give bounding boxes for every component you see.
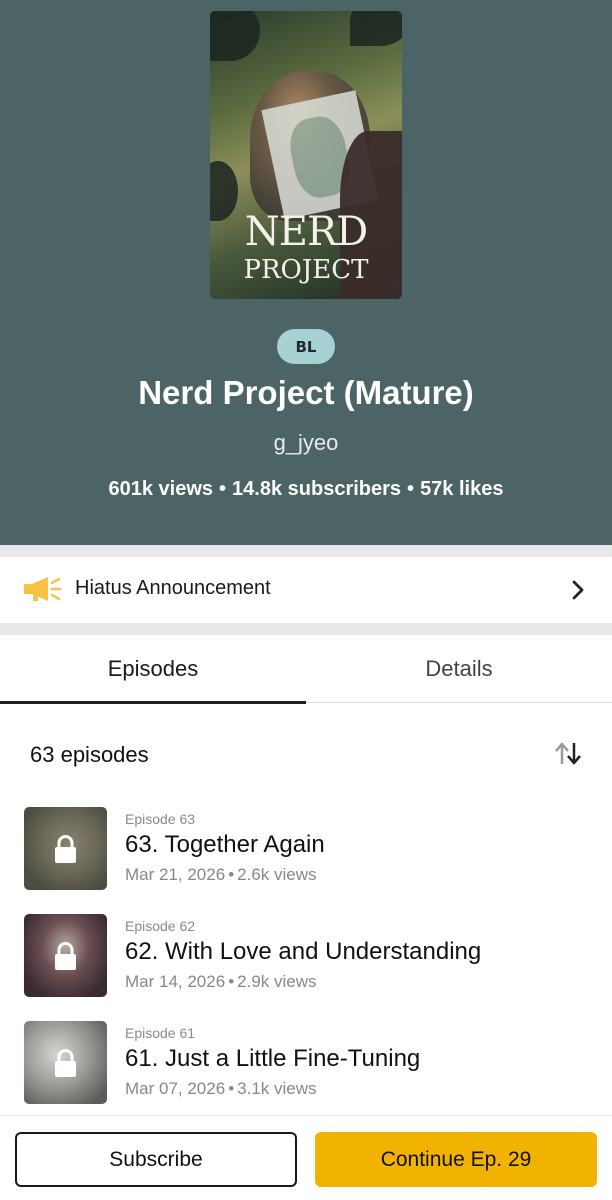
section-divider — [0, 623, 612, 635]
series-stats: 601k views • 14.8k subscribers • 57k likes — [0, 478, 612, 501]
episode-number: Episode 62 — [125, 918, 196, 934]
episode-date: Mar 07, 2026 — [125, 1079, 226, 1098]
series-header: NERD PROJECT BL Nerd Project (Mature) g_… — [0, 0, 612, 545]
likes-count: 57k likes — [420, 478, 504, 500]
episode-title: 61. Just a Little Fine-Tuning — [125, 1045, 421, 1072]
author-name[interactable]: g_jyeo — [0, 430, 612, 456]
episode-thumbnail — [24, 914, 107, 997]
lock-icon — [55, 942, 76, 970]
announcement-label: Hiatus Announcement — [75, 577, 271, 599]
sort-icon[interactable] — [552, 740, 584, 768]
subscribers-count: 14.8k subscribers — [232, 478, 402, 500]
stats-separator: • — [219, 478, 227, 500]
meta-separator: • — [228, 865, 235, 884]
episode-thumbnail — [24, 807, 107, 890]
meta-separator: • — [228, 972, 235, 991]
episode-title: 62. With Love and Understanding — [125, 938, 482, 965]
episode-item[interactable]: Episode 62 62. With Love and Understandi… — [0, 914, 612, 1004]
meta-separator: • — [228, 1079, 235, 1098]
bottom-action-bar: Subscribe Continue Ep. 29 — [0, 1115, 612, 1200]
lock-icon — [55, 835, 76, 863]
episode-number: Episode 61 — [125, 1025, 196, 1041]
series-cover-image: NERD PROJECT — [210, 11, 402, 299]
announcement-row[interactable]: Hiatus Announcement — [0, 557, 612, 623]
subscribe-button[interactable]: Subscribe — [15, 1132, 297, 1187]
episode-views: 2.9k views — [237, 972, 317, 991]
episode-views: 3.1k views — [237, 1079, 317, 1098]
episode-meta: Mar 07, 2026 • 3.1k views — [125, 1079, 317, 1099]
episode-date: Mar 21, 2026 — [125, 865, 226, 884]
episode-number: Episode 63 — [125, 811, 196, 827]
episode-thumbnail — [24, 1021, 107, 1104]
episode-item[interactable]: Episode 63 63. Together Again Mar 21, 20… — [0, 807, 612, 897]
episode-item[interactable]: Episode 61 61. Just a Little Fine-Tuning… — [0, 1021, 612, 1111]
tab-details[interactable]: Details — [306, 635, 612, 703]
cover-title-line1: NERD — [244, 209, 368, 255]
lock-icon — [55, 1049, 76, 1077]
views-count: 601k views — [108, 478, 214, 500]
tab-episodes[interactable]: Episodes — [0, 635, 306, 703]
megaphone-icon — [24, 577, 62, 601]
episode-views: 2.6k views — [237, 865, 317, 884]
chevron-right-icon — [572, 580, 584, 600]
tab-bar: Episodes Details — [0, 635, 612, 704]
episode-meta: Mar 21, 2026 • 2.6k views — [125, 865, 317, 885]
episode-count: 63 episodes — [30, 742, 149, 767]
episode-meta: Mar 14, 2026 • 2.9k views — [125, 972, 317, 992]
episode-date: Mar 14, 2026 — [125, 972, 226, 991]
cover-title-line2: PROJECT — [243, 255, 369, 285]
genre-badge[interactable]: BL — [277, 329, 335, 364]
stats-separator: • — [407, 478, 415, 500]
series-title: Nerd Project (Mature) — [138, 374, 474, 411]
section-divider — [0, 545, 612, 557]
active-tab-indicator — [0, 701, 306, 704]
episode-title: 63. Together Again — [125, 831, 325, 858]
continue-reading-button[interactable]: Continue Ep. 29 — [315, 1132, 597, 1187]
